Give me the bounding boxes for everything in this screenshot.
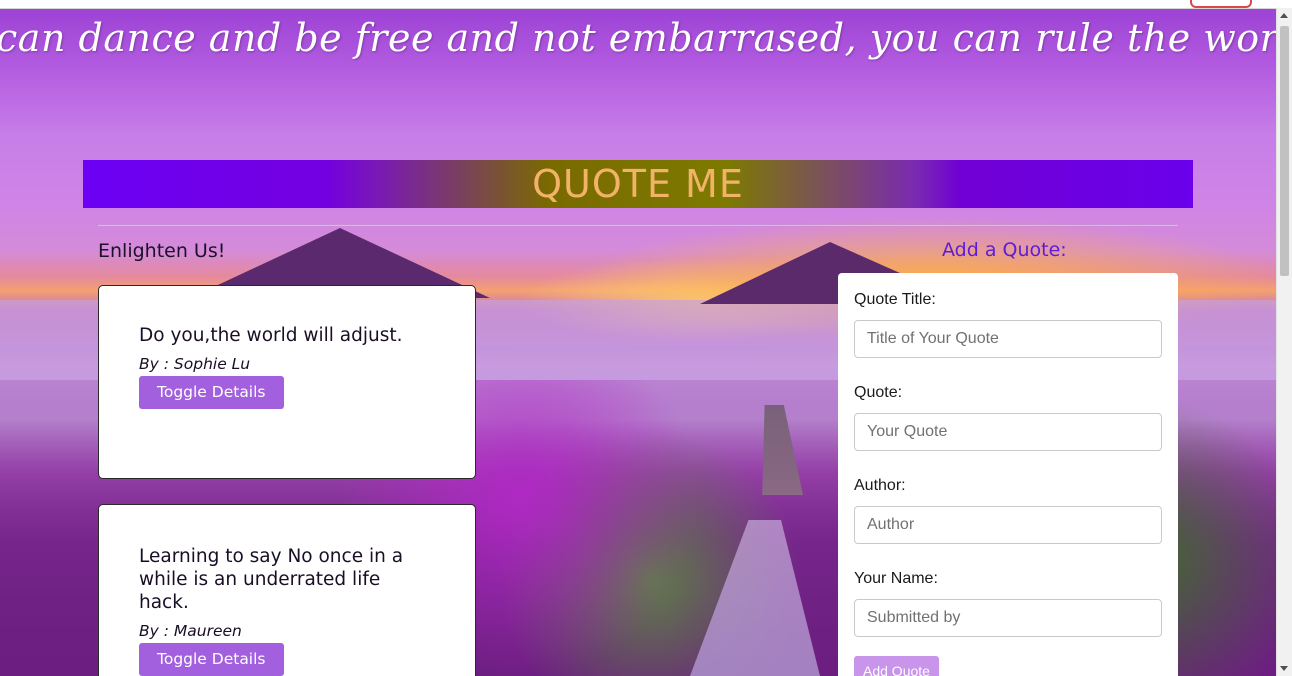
page-scrollbar[interactable] — [1276, 8, 1292, 676]
quote-card: Learning to say No once in a while is an… — [98, 504, 476, 676]
quote-author: Sophie Lu — [173, 355, 251, 373]
your-name-label: Your Name: — [854, 570, 938, 587]
hero-tagline-text: can dance and be free and not embarrased… — [0, 16, 1276, 60]
add-quote-title: Add a Quote: — [942, 239, 1067, 261]
author-label: Author: — [854, 477, 906, 494]
quote-byline: By : Maureen — [139, 622, 435, 640]
add-quote-button[interactable]: Add Quote — [854, 656, 939, 676]
section-divider — [98, 224, 1178, 226]
scroll-up-arrow-icon[interactable] — [1280, 13, 1288, 18]
scroll-down-arrow-icon[interactable] — [1280, 666, 1288, 671]
your-name-input[interactable] — [854, 599, 1162, 637]
quote-text: Do you,the world will adjust. — [139, 325, 403, 346]
toggle-details-button[interactable]: Toggle Details — [139, 643, 284, 676]
quote-title-label: Quote Title: — [854, 291, 936, 308]
byline-prefix: By : — [139, 355, 169, 373]
quote-title-input[interactable] — [854, 320, 1162, 358]
toggle-details-button[interactable]: Toggle Details — [139, 376, 284, 409]
hero-tagline: can dance and be free and not embarrased… — [0, 10, 1276, 70]
site-banner: QUOTE ME — [83, 160, 1193, 208]
add-quote-form: Quote Title: Quote: Author: Your Name: A… — [838, 273, 1178, 676]
quote-author: Maureen — [173, 622, 242, 640]
site-title: QUOTE ME — [532, 162, 744, 206]
scrollbar-thumb[interactable] — [1280, 26, 1289, 276]
quote-byline: By : Sophie Lu — [139, 355, 435, 373]
byline-prefix: By : — [139, 622, 169, 640]
quote-label: Quote: — [854, 384, 903, 401]
quote-input[interactable] — [854, 413, 1162, 451]
browser-button-edge — [1190, 0, 1252, 8]
quotes-section-title: Enlighten Us! — [98, 240, 226, 262]
quote-text: Learning to say No once in a while is an… — [139, 546, 404, 613]
browser-top-strip — [0, 0, 1292, 9]
author-input[interactable] — [854, 506, 1162, 544]
quote-card: Do you,the world will adjust. By : Sophi… — [98, 285, 476, 479]
